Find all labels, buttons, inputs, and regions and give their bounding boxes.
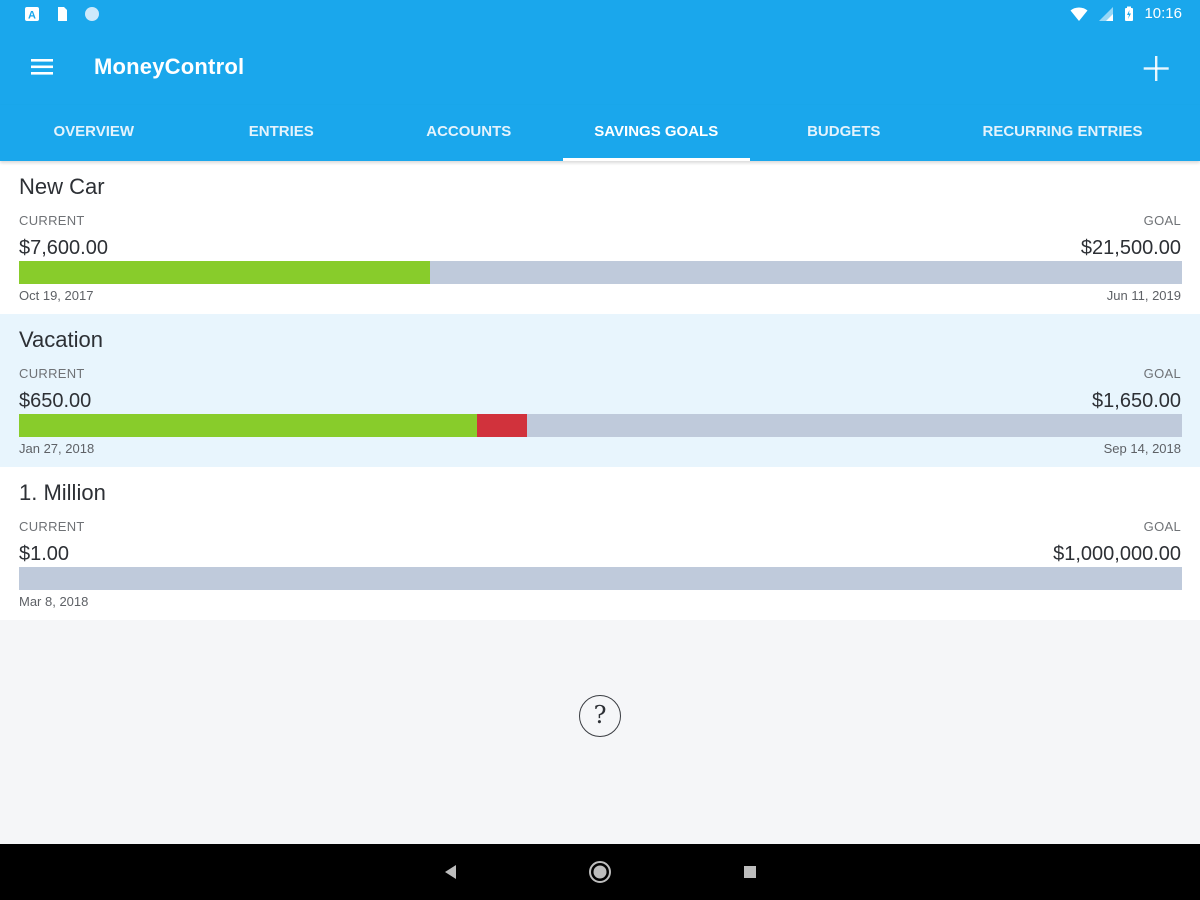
tab-accounts[interactable]: ACCOUNTS bbox=[375, 105, 563, 161]
tab-savings-goals[interactable]: SAVINGS GOALS bbox=[562, 105, 751, 161]
goal-item-new-car[interactable]: New Car CURRENT GOAL $7,600.00 $21,500.0… bbox=[0, 161, 1200, 314]
start-date: Jan 27, 2018 bbox=[19, 441, 95, 456]
current-label: CURRENT bbox=[19, 213, 85, 228]
recent-square-icon[interactable] bbox=[740, 862, 760, 882]
goal-name: 1. Million bbox=[19, 480, 106, 505]
plus-icon[interactable] bbox=[1136, 48, 1176, 88]
a-icon: A bbox=[25, 7, 39, 22]
status-system-icons: 10:16 bbox=[1070, 5, 1182, 22]
current-amount: $1.00 bbox=[19, 543, 70, 565]
app-toolbar: MoneyControl bbox=[0, 30, 1200, 105]
system-nav-bar bbox=[0, 844, 1200, 900]
tab-overview[interactable]: OVERVIEW bbox=[0, 105, 188, 161]
end-date: Sep 14, 2018 bbox=[1103, 441, 1181, 456]
current-label: CURRENT bbox=[19, 519, 85, 534]
status-bar: A 10:16 bbox=[0, 0, 1200, 30]
tab-bar: OVERVIEW ENTRIES ACCOUNTS SAVINGS GOALS … bbox=[0, 105, 1200, 161]
start-date: Mar 8, 2018 bbox=[19, 594, 89, 609]
goal-label: GOAL bbox=[1143, 366, 1181, 381]
goal-item-million[interactable]: 1. Million CURRENT GOAL $1.00 $1,000,000… bbox=[0, 467, 1200, 620]
battery-icon bbox=[1125, 6, 1134, 21]
question-circle-icon[interactable]: ? bbox=[579, 695, 621, 737]
app-title: MoneyControl bbox=[94, 54, 245, 79]
start-date: Oct 19, 2017 bbox=[19, 288, 94, 303]
savings-goals-list: New Car CURRENT GOAL $7,600.00 $21,500.0… bbox=[0, 161, 1200, 620]
svg-text:A: A bbox=[28, 10, 36, 22]
progress-bar bbox=[19, 414, 1182, 437]
current-amount: $650.00 bbox=[19, 390, 92, 412]
goal-name: Vacation bbox=[19, 327, 103, 352]
progress-fill bbox=[19, 261, 430, 284]
progress-bar bbox=[19, 567, 1182, 590]
back-triangle-icon[interactable] bbox=[441, 862, 461, 882]
status-notification-icons: A bbox=[24, 6, 100, 22]
progress-bar bbox=[19, 261, 1182, 284]
hamburger-menu-icon[interactable] bbox=[22, 52, 62, 84]
end-date: Jun 11, 2019 bbox=[1106, 288, 1181, 303]
wifi-icon bbox=[1070, 7, 1088, 21]
goal-label: GOAL bbox=[1143, 519, 1181, 534]
goal-amount: $1,000,000.00 bbox=[1053, 543, 1181, 565]
sd-card-icon bbox=[58, 7, 67, 21]
goal-item-vacation[interactable]: Vacation CURRENT GOAL $650.00 $1,650.00 … bbox=[0, 314, 1200, 467]
progress-overdue bbox=[477, 414, 528, 437]
tab-entries[interactable]: ENTRIES bbox=[188, 105, 376, 161]
signal-icon bbox=[1099, 6, 1114, 21]
goal-amount: $21,500.00 bbox=[1080, 237, 1181, 259]
current-amount: $7,600.00 bbox=[19, 237, 108, 259]
progress-fill bbox=[19, 414, 478, 437]
goal-label: GOAL bbox=[1143, 213, 1181, 228]
current-label: CURRENT bbox=[19, 366, 85, 381]
circle-icon bbox=[85, 7, 99, 21]
tab-recurring-entries[interactable]: RECURRING ENTRIES bbox=[938, 105, 1188, 161]
home-circle-icon[interactable] bbox=[588, 860, 612, 884]
goal-amount: $1,650.00 bbox=[1092, 390, 1181, 412]
tab-budgets[interactable]: BUDGETS bbox=[750, 105, 938, 161]
goal-name: New Car bbox=[19, 174, 105, 199]
status-time: 10:16 bbox=[1144, 5, 1182, 22]
